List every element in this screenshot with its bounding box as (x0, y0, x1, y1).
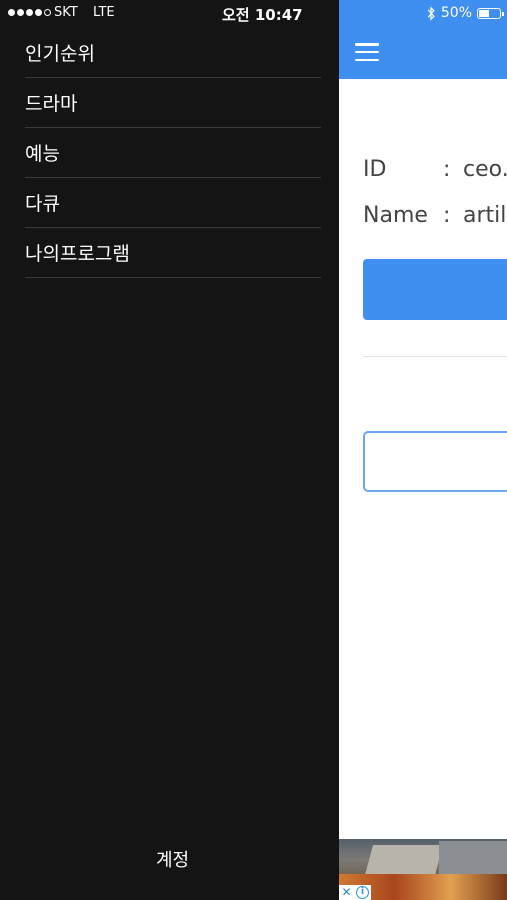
bluetooth-icon (427, 5, 435, 21)
battery-level-fill (479, 9, 489, 17)
status-bar-left: SKT LTE 오전 10:47 (0, 0, 339, 28)
name-label: Name (363, 203, 428, 228)
ad-controls: ✕ i (339, 885, 371, 900)
user-id-row: ID: ceo. (363, 157, 507, 182)
side-drawer: SKT LTE 오전 10:47 인기순위 드라마 예능 다큐 나의프로그램 계… (0, 0, 339, 900)
menu-item-documentary[interactable]: 다큐 (25, 178, 321, 228)
id-separator: : (443, 157, 451, 182)
battery-icon (477, 7, 504, 19)
network-type: LTE (93, 5, 115, 20)
menu-item-label: 다큐 (25, 193, 60, 215)
ad-banner[interactable]: ✕ i (339, 839, 507, 900)
top-app-bar: 50% (339, 0, 507, 79)
text-input-field[interactable] (363, 431, 507, 492)
id-value: ceo. (463, 157, 507, 182)
ad-close-icon[interactable]: ✕ (339, 885, 354, 900)
menu-item-drama[interactable]: 드라마 (25, 78, 321, 128)
hamburger-menu-icon[interactable] (355, 43, 379, 61)
ad-image-detail (364, 845, 444, 875)
status-bar-right: 50% (426, 5, 504, 21)
section-divider (363, 356, 507, 357)
app-screen: SKT LTE 오전 10:47 인기순위 드라마 예능 다큐 나의프로그램 계… (0, 0, 507, 900)
menu-item-label: 드라마 (25, 93, 78, 115)
name-separator: : (443, 203, 451, 228)
id-label: ID (363, 157, 387, 182)
menu-item-variety[interactable]: 예능 (25, 128, 321, 178)
name-value: artil (463, 203, 507, 228)
ad-info-icon[interactable]: i (356, 886, 369, 899)
menu-item-label: 인기순위 (25, 43, 95, 65)
menu-item-label: 예능 (25, 143, 60, 165)
menu-item-my-programs[interactable]: 나의프로그램 (25, 228, 321, 278)
battery-percent: 50% (440, 5, 472, 21)
signal-strength-icon (8, 9, 51, 16)
menu-item-label: 나의프로그램 (25, 243, 130, 265)
menu-item-popular[interactable]: 인기순위 (25, 28, 321, 78)
status-time: 오전 10:47 (222, 6, 303, 24)
primary-action-button[interactable] (363, 259, 507, 320)
carrier-name: SKT (54, 5, 78, 20)
drawer-menu: 인기순위 드라마 예능 다큐 나의프로그램 (25, 28, 321, 278)
user-name-row: Name: artil (363, 203, 506, 228)
account-button[interactable]: 계정 (0, 846, 345, 872)
main-content: 50% ID: ceo. Name: artil ✕ i (339, 0, 507, 900)
